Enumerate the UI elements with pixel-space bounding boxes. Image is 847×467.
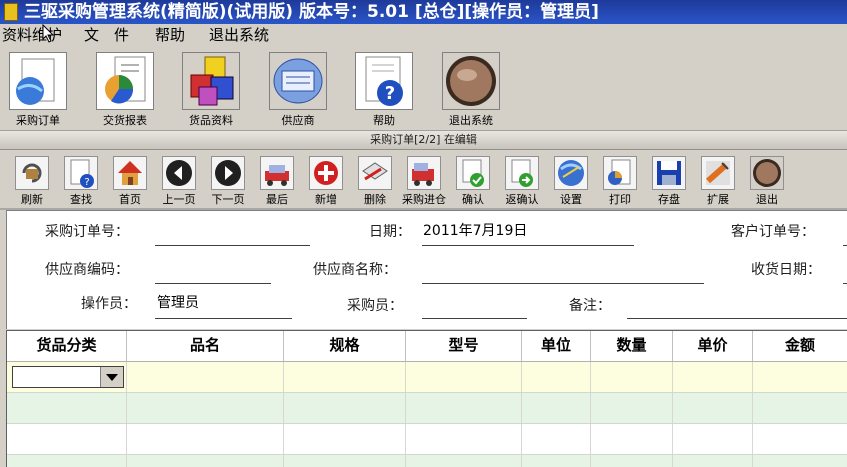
window-panel-icon [269, 52, 327, 110]
exit-icon [750, 156, 784, 190]
receive-date-label: 收货日期： [751, 262, 821, 278]
delete-icon [358, 156, 392, 190]
table-row[interactable] [7, 393, 847, 424]
add-button[interactable]: 新增 [303, 156, 349, 207]
column-header[interactable]: 型号 [406, 331, 522, 361]
exit-button[interactable]: 退出 [744, 156, 790, 207]
delivery-report-button[interactable]: 交货报表 [89, 52, 161, 128]
save-disk-icon [652, 156, 686, 190]
pie-chart-report-icon [96, 52, 154, 110]
customer-order-label: 客户订单号： [731, 224, 815, 240]
menu-bar: 资料维护 文 件 帮助 退出系统 [0, 24, 847, 46]
column-header[interactable]: 规格 [284, 331, 406, 361]
supplier-code-label: 供应商编码： [45, 262, 129, 278]
order-header-form: 采购订单号： 日期： 2011年7月19日 客户订单号： 供应商编码： 供应商名… [6, 210, 847, 329]
svg-text:?: ? [84, 177, 89, 188]
settings-button[interactable]: 设置 [548, 156, 594, 207]
home-icon [113, 156, 147, 190]
extend-button[interactable]: 扩展 [695, 156, 741, 207]
menu-item-exit[interactable]: 退出系统 [209, 24, 269, 46]
confirm-icon [456, 156, 490, 190]
chevron-down-icon[interactable] [100, 367, 123, 387]
mouse-cursor-icon [42, 24, 55, 43]
confirm-button[interactable]: 确认 [450, 156, 496, 207]
buyer-label: 采购员： [347, 298, 403, 314]
operator-value: 管理员 [157, 295, 199, 311]
help-question-icon: ? [355, 52, 413, 110]
colored-cubes-icon [182, 52, 240, 110]
remark-field[interactable] [627, 318, 847, 319]
menu-item-help[interactable]: 帮助 [155, 24, 185, 46]
refresh-button[interactable]: 刷新 [9, 156, 55, 207]
window-title: 三驱采购管理系统(精简版)(试用版) 版本号：5.01 [总仓][操作员：管理员… [24, 2, 599, 22]
settings-icon [554, 156, 588, 190]
date-field[interactable] [422, 245, 634, 246]
globe-document-icon [9, 52, 67, 110]
title-bar: 三驱采购管理系统(精简版)(试用版) 版本号：5.01 [总仓][操作员：管理员… [0, 0, 847, 24]
help-button[interactable]: ? 帮助 [348, 52, 420, 128]
home-button[interactable]: 首页 [107, 156, 153, 207]
remark-label: 备注： [569, 298, 611, 314]
supplier-code-field[interactable] [155, 283, 271, 284]
next-icon [211, 156, 245, 190]
table-row[interactable] [7, 455, 847, 467]
save-button[interactable]: 存盘 [646, 156, 692, 207]
find-icon: ? [64, 156, 98, 190]
product-info-button[interactable]: 货品资料 [175, 52, 247, 128]
buyer-field[interactable] [422, 318, 527, 319]
category-dropdown[interactable] [12, 366, 124, 388]
previous-page-button[interactable]: 上一页 [156, 156, 202, 207]
previous-icon [162, 156, 196, 190]
last-page-button[interactable]: 最后 [254, 156, 300, 207]
operator-label: 操作员： [81, 296, 137, 312]
unconfirm-icon [505, 156, 539, 190]
find-button[interactable]: ? 查找 [58, 156, 104, 207]
supplier-button[interactable]: 供应商 [262, 52, 334, 128]
customer-order-field[interactable] [843, 245, 847, 246]
column-header[interactable]: 货品分类 [7, 331, 127, 361]
main-toolbar: 采购订单 交货报表 货品资料 供应商 ? 帮助 退出系统 [0, 46, 847, 131]
extend-icon [701, 156, 735, 190]
receive-date-field[interactable] [843, 283, 847, 284]
supplier-name-field[interactable] [422, 283, 704, 284]
stock-in-icon [407, 156, 441, 190]
menu-item-file[interactable]: 文 件 [84, 24, 129, 46]
operator-field[interactable] [155, 318, 292, 319]
panel-title: 采购订单[2/2] 在编辑 [0, 131, 847, 150]
last-icon [260, 156, 294, 190]
table-row[interactable] [7, 424, 847, 455]
next-page-button[interactable]: 下一页 [205, 156, 251, 207]
column-header[interactable]: 单价 [673, 331, 753, 361]
purchase-stock-in-button[interactable]: 采购进仓 [401, 156, 447, 207]
refresh-icon [15, 156, 49, 190]
add-icon [309, 156, 343, 190]
po-number-label: 采购订单号： [45, 224, 129, 240]
column-header[interactable]: 单位 [522, 331, 591, 361]
table-row[interactable] [7, 362, 847, 393]
exit-round-button-icon [442, 52, 500, 110]
svg-text:?: ? [385, 83, 395, 104]
date-value: 2011年7月19日 [423, 223, 528, 239]
purchase-order-button[interactable]: 采购订单 [2, 52, 74, 128]
unconfirm-button[interactable]: 返确认 [499, 156, 545, 207]
supplier-name-label: 供应商名称： [313, 262, 397, 278]
grid-header: 货品分类 品名 规格 型号 单位 数量 单价 金额 [7, 331, 847, 362]
exit-system-button[interactable]: 退出系统 [435, 52, 507, 128]
print-icon [603, 156, 637, 190]
column-header[interactable]: 品名 [127, 331, 284, 361]
order-items-grid: 货品分类 品名 规格 型号 单位 数量 单价 金额 [6, 330, 847, 467]
po-number-field[interactable] [155, 245, 310, 246]
record-toolbar: 刷新 ? 查找 首页 上一页 下一页 最后 新增 删除 采购进仓 确认 返确认 设… [0, 150, 847, 210]
delete-button[interactable]: 删除 [352, 156, 398, 207]
column-header[interactable]: 数量 [591, 331, 673, 361]
date-label: 日期： [369, 224, 411, 240]
app-icon [4, 3, 18, 21]
print-button[interactable]: 打印 [597, 156, 643, 207]
column-header[interactable]: 金额 [753, 331, 847, 361]
